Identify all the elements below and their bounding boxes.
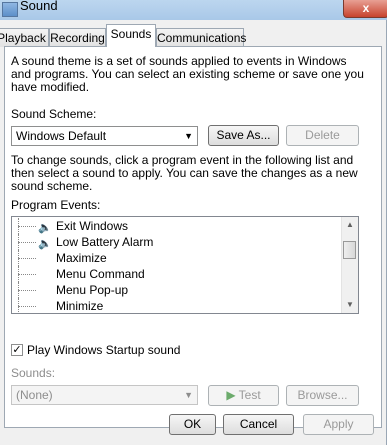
tab-label: Communications — [157, 31, 247, 45]
event-label: Maximize — [56, 251, 107, 265]
program-events-list[interactable]: 🔈 Exit Windows 🔈 Low Battery Alarm Maxim… — [11, 216, 359, 314]
tree-line — [18, 274, 36, 275]
browse-button[interactable]: Browse... — [286, 385, 359, 406]
tab-recording[interactable]: Recording — [49, 28, 106, 47]
save-as-button[interactable]: Save As... — [208, 125, 279, 146]
tab-label: Playback — [0, 31, 46, 45]
program-events-label: Program Events: — [11, 198, 101, 212]
tab-label: Sounds — [110, 27, 152, 41]
close-button[interactable]: x — [343, 0, 387, 18]
event-label: Low Battery Alarm — [56, 235, 154, 249]
test-button[interactable]: ▶ Test — [208, 385, 279, 406]
scrollbar-thumb[interactable] — [343, 241, 356, 259]
title-bar[interactable]: Sound x — [0, 0, 387, 20]
chevron-down-icon: ▼ — [184, 390, 193, 400]
apply-button[interactable]: Apply — [303, 414, 374, 435]
sounds-label: Sounds: — [11, 366, 56, 380]
sounds-tab-panel: A sound theme is a set of sounds applied… — [4, 46, 382, 428]
sound-scheme-label: Sound Scheme: — [11, 107, 97, 121]
tree-line — [18, 242, 36, 243]
events-scrollbar[interactable]: ▲ ▼ — [341, 217, 358, 313]
tree-line — [18, 306, 36, 307]
ok-button[interactable]: OK — [169, 414, 216, 435]
dialog-window: Playback Recording Sounds Communications… — [0, 20, 387, 445]
tab-playback[interactable]: Playback — [0, 28, 49, 47]
list-item[interactable]: 🔈 Exit Windows — [12, 218, 342, 234]
test-label: Test — [238, 388, 261, 402]
tab-label: Recording — [50, 31, 105, 45]
window-title: Sound — [20, 0, 58, 13]
intro-line: have modified. — [11, 80, 90, 94]
event-label: Menu Command — [56, 267, 145, 281]
startup-sound-label[interactable]: Play Windows Startup sound — [27, 344, 180, 357]
tree-line — [18, 258, 36, 259]
tree-line — [18, 226, 36, 227]
delete-button[interactable]: Delete — [286, 125, 359, 146]
event-label: Minimize — [56, 299, 104, 313]
scroll-down-arrow-icon[interactable]: ▼ — [342, 297, 358, 313]
tab-communications[interactable]: Communications — [156, 28, 247, 47]
event-label: Exit Windows — [56, 219, 129, 233]
scroll-up-arrow-icon[interactable]: ▲ — [342, 217, 358, 233]
startup-sound-checkbox[interactable]: ✓ — [11, 344, 23, 356]
list-item[interactable]: Menu Command — [12, 266, 342, 282]
chevron-down-icon: ▼ — [184, 131, 193, 141]
change-line: sound scheme. — [11, 179, 93, 193]
list-item[interactable]: Maximize — [12, 250, 342, 266]
event-label: Menu Pop-up — [56, 283, 129, 297]
play-icon: ▶ — [226, 388, 236, 402]
cancel-button[interactable]: Cancel — [223, 414, 294, 435]
speaker-app-icon — [2, 2, 18, 17]
tree-line — [18, 290, 36, 291]
sounds-value: (None) — [16, 388, 53, 402]
list-item[interactable]: Minimize — [12, 298, 342, 313]
tab-sounds[interactable]: Sounds — [106, 24, 156, 47]
list-item[interactable]: Menu Pop-up — [12, 282, 342, 298]
intro-text: A sound theme is a set of sounds applied… — [11, 55, 364, 94]
sounds-select[interactable]: (None) ▼ — [11, 385, 198, 405]
sound-scheme-value: Windows Default — [16, 129, 107, 143]
change-text: To change sounds, click a program event … — [11, 154, 358, 193]
sound-scheme-select[interactable]: Windows Default ▼ — [11, 126, 198, 146]
list-item[interactable]: 🔈 Low Battery Alarm — [12, 234, 342, 250]
